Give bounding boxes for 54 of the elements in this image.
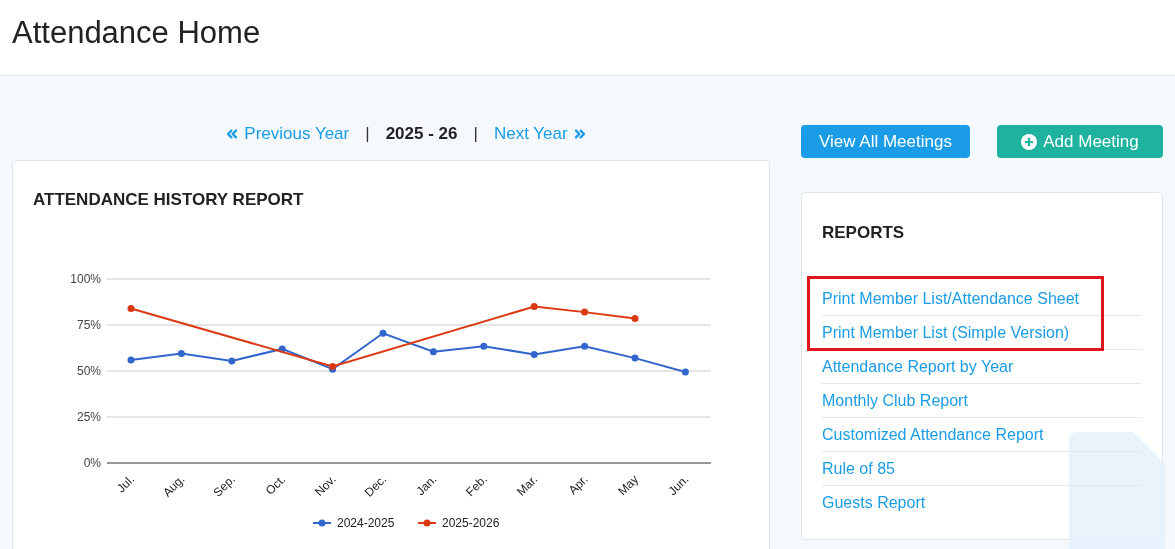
point xyxy=(127,356,135,364)
previous-year-link[interactable]: Previous Year xyxy=(224,121,350,147)
axis-label: 0% xyxy=(83,456,101,470)
separator: | xyxy=(365,123,370,146)
report-link[interactable]: Attendance Report by Year xyxy=(822,354,1014,379)
point xyxy=(631,354,639,362)
axis-label: May xyxy=(615,472,642,499)
axis-label: Jan. xyxy=(413,472,440,499)
point xyxy=(480,342,488,350)
next-year-link[interactable]: Next Year xyxy=(493,121,588,147)
axis-label: 50% xyxy=(76,364,101,378)
axis-label: Jun. xyxy=(665,472,692,499)
document-icon xyxy=(1069,432,1165,549)
axis-label: Sep. xyxy=(210,472,238,500)
report-link[interactable]: Rule of 85 xyxy=(822,456,895,481)
point xyxy=(530,303,538,311)
axis-label: Dec. xyxy=(361,472,390,500)
separator: | xyxy=(473,123,478,146)
point xyxy=(581,308,589,316)
current-year: 2025 - 26 xyxy=(385,123,458,146)
axis-label: 25% xyxy=(76,410,101,424)
axis-label: Nov. xyxy=(312,472,339,499)
axis-label: 100% xyxy=(70,272,101,286)
legend-label: 2025-2026 xyxy=(442,516,500,530)
report-link[interactable]: Guests Report xyxy=(822,491,926,515)
point xyxy=(429,348,437,356)
plus-circle-icon xyxy=(1021,133,1038,150)
point xyxy=(127,304,135,312)
add-meeting-button[interactable]: Add Meeting xyxy=(997,125,1163,158)
panel-title: REPORTS xyxy=(822,222,906,244)
legend-marker-icon xyxy=(312,519,332,527)
axis-label: Feb. xyxy=(463,472,490,500)
axis-label: Aug. xyxy=(160,472,188,500)
point xyxy=(379,329,387,337)
point xyxy=(177,350,185,358)
report-link[interactable]: Print Member List/Attendance Sheet xyxy=(822,286,1080,311)
axis-label: Mar. xyxy=(513,472,541,499)
axis-label: 75% xyxy=(76,318,101,332)
point xyxy=(581,342,589,350)
report-link[interactable]: Print Member List (Simple Version) xyxy=(822,320,1070,345)
page-title: Attendance Home xyxy=(12,14,261,53)
report-link[interactable]: Monthly Club Report xyxy=(822,388,968,413)
legend-label: 2024-2025 xyxy=(337,516,395,530)
point xyxy=(681,368,689,376)
view-meetings-button[interactable]: View All Meetings xyxy=(801,125,970,158)
axis-label: Jul. xyxy=(114,472,138,496)
report-link[interactable]: Customized Attendance Report xyxy=(822,422,1044,447)
point xyxy=(631,315,639,323)
axis-label: Apr. xyxy=(565,472,591,498)
point xyxy=(228,357,236,365)
panel-title: ATTENDANCE HISTORY REPORT xyxy=(32,189,305,211)
legend-marker-icon xyxy=(417,519,437,527)
point xyxy=(530,350,538,358)
axis-label: Oct. xyxy=(262,472,289,498)
